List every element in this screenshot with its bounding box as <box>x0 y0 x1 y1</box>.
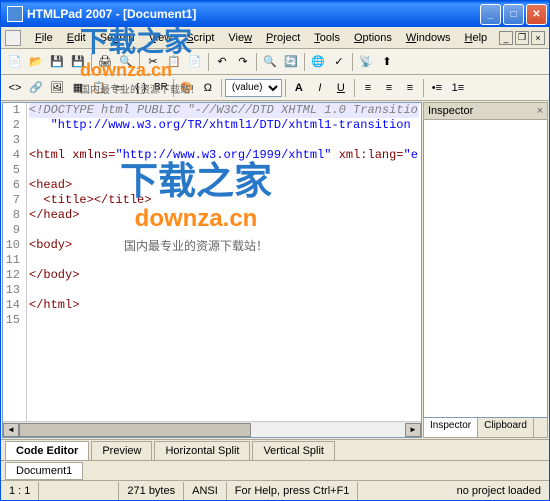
format-select[interactable]: (value) <box>225 79 282 97</box>
inspector-body <box>423 120 548 418</box>
copy-button[interactable]: 📋 <box>164 52 184 72</box>
code-text[interactable]: <!DOCTYPE html PUBLIC "-//W3C//DTD XHTML… <box>27 103 421 421</box>
tab-horizontal-split[interactable]: Horizontal Split <box>154 441 250 460</box>
align-right-button[interactable]: ≡ <box>400 78 420 98</box>
titlebar: HTMLPad 2007 - [Document1] _ □ ✕ <box>1 1 549 27</box>
list-ul-button[interactable]: •≡ <box>427 78 447 98</box>
link-button[interactable]: 🔗 <box>26 78 46 98</box>
menu-tools[interactable]: Tools <box>308 30 346 46</box>
view-tabs: Code Editor Preview Horizontal Split Ver… <box>1 439 549 460</box>
menu-help[interactable]: Help <box>459 30 494 46</box>
char-button[interactable]: Ω <box>198 78 218 98</box>
mdi-minimize-button[interactable]: _ <box>499 31 513 45</box>
code-area[interactable]: 123456789101112131415 <!DOCTYPE html PUB… <box>3 103 421 421</box>
div-button[interactable]: ▭ <box>110 78 130 98</box>
form-button[interactable]: 📋 <box>89 78 109 98</box>
maximize-button[interactable]: □ <box>503 4 524 25</box>
menu-script[interactable]: Script <box>180 30 220 46</box>
menu-file[interactable]: File <box>29 30 59 46</box>
inspector-header: Inspector × <box>423 102 548 120</box>
undo-button[interactable]: ↶ <box>212 52 232 72</box>
bold-button[interactable]: A <box>289 78 309 98</box>
doc-icon <box>5 30 21 46</box>
inspector-title: Inspector <box>428 105 473 117</box>
content-area: 123456789101112131415 <!DOCTYPE html PUB… <box>1 101 549 439</box>
menu-edit[interactable]: Edit <box>61 30 92 46</box>
status-size: 271 bytes <box>119 482 184 500</box>
menu-view2[interactable]: View <box>222 30 258 46</box>
tab-code-editor[interactable]: Code Editor <box>5 441 89 460</box>
inspector-close-button[interactable]: × <box>537 105 543 117</box>
css-button[interactable]: { } <box>131 78 151 98</box>
tab-inspector[interactable]: Inspector <box>424 418 478 437</box>
status-project: no project loaded <box>449 482 549 500</box>
status-position: 1 : 1 <box>1 482 39 500</box>
tab-vertical-split[interactable]: Vertical Split <box>252 441 335 460</box>
menu-project[interactable]: Project <box>260 30 306 46</box>
br-label[interactable]: BR <box>152 82 170 93</box>
image-button[interactable]: 🖼 <box>47 78 67 98</box>
print-button[interactable]: 🖨 <box>95 52 115 72</box>
mdi-close-button[interactable]: × <box>531 31 545 45</box>
underline-button[interactable]: U <box>331 78 351 98</box>
statusbar: 1 : 1 271 bytes ANSI For Help, press Ctr… <box>1 480 549 500</box>
save-button[interactable]: 💾 <box>47 52 67 72</box>
align-center-button[interactable]: ≡ <box>379 78 399 98</box>
replace-button[interactable]: 🔄 <box>281 52 301 72</box>
scroll-right-button[interactable]: ► <box>405 423 421 437</box>
redo-button[interactable]: ↷ <box>233 52 253 72</box>
list-ol-button[interactable]: 1≡ <box>448 78 468 98</box>
browse-button[interactable]: 🌐 <box>308 52 328 72</box>
document-tabs: Document1 <box>1 460 549 480</box>
menubar: File Edit Search View Script View Projec… <box>1 27 549 49</box>
menu-windows[interactable]: Windows <box>400 30 457 46</box>
line-gutter: 123456789101112131415 <box>3 103 27 421</box>
toolbar-html: <> 🔗 🖼 ▦ 📋 ▭ { } BR 🎨 Ω (value) A I U ≡ … <box>1 75 549 101</box>
tab-clipboard[interactable]: Clipboard <box>478 418 534 437</box>
validate-button[interactable]: ✓ <box>329 52 349 72</box>
ftp-button[interactable]: 📡 <box>356 52 376 72</box>
scroll-thumb[interactable] <box>19 423 251 437</box>
app-window: HTMLPad 2007 - [Document1] _ □ ✕ File Ed… <box>0 0 550 501</box>
table-button[interactable]: ▦ <box>68 78 88 98</box>
status-encoding: ANSI <box>184 482 227 500</box>
window-title: HTMLPad 2007 - [Document1] <box>27 7 480 21</box>
scroll-left-button[interactable]: ◄ <box>3 423 19 437</box>
color-button[interactable]: 🎨 <box>177 78 197 98</box>
tag-button[interactable]: <> <box>5 78 25 98</box>
document-tab[interactable]: Document1 <box>5 462 83 480</box>
save-all-button[interactable]: 💾 <box>68 52 88 72</box>
menu-search[interactable]: Search <box>94 30 141 46</box>
toolbar-main: 📄 📂 💾 💾 🖨 🔍 ✂ 📋 📄 ↶ ↷ 🔍 🔄 🌐 ✓ 📡 ⬆ <box>1 49 549 75</box>
preview-button[interactable]: 🔍 <box>116 52 136 72</box>
new-button[interactable]: 📄 <box>5 52 25 72</box>
tab-preview[interactable]: Preview <box>91 441 152 460</box>
app-icon <box>7 6 23 22</box>
minimize-button[interactable]: _ <box>480 4 501 25</box>
inspector-pane: Inspector × Inspector Clipboard <box>423 102 548 438</box>
open-button[interactable]: 📂 <box>26 52 46 72</box>
upload-button[interactable]: ⬆ <box>377 52 397 72</box>
italic-button[interactable]: I <box>310 78 330 98</box>
mdi-restore-button[interactable]: ❐ <box>515 31 529 45</box>
close-button[interactable]: ✕ <box>526 4 547 25</box>
find-button[interactable]: 🔍 <box>260 52 280 72</box>
horizontal-scrollbar[interactable]: ◄ ► <box>3 421 421 437</box>
menu-view[interactable]: View <box>143 30 179 46</box>
menu-options[interactable]: Options <box>348 30 398 46</box>
paste-button[interactable]: 📄 <box>185 52 205 72</box>
cut-button[interactable]: ✂ <box>143 52 163 72</box>
status-help: For Help, press Ctrl+F1 <box>227 482 359 500</box>
align-left-button[interactable]: ≡ <box>358 78 378 98</box>
editor-pane: 123456789101112131415 <!DOCTYPE html PUB… <box>2 102 422 438</box>
